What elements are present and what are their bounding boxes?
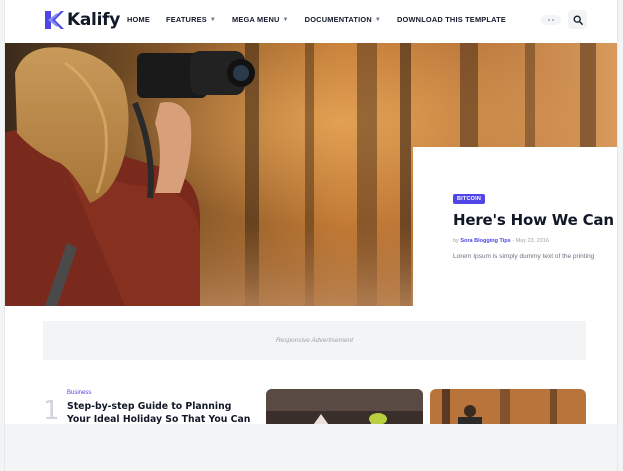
- featured-hero[interactable]: BITCOIN Here's How We Can W by Sora Blog…: [5, 43, 617, 306]
- hero-post-excerpt: Lorem Ipsum is simply dummy text of the …: [453, 253, 595, 260]
- nav-item-download-template[interactable]: DOWNLOAD THIS TEMPLATE: [397, 15, 506, 24]
- nav-label: DOWNLOAD THIS TEMPLATE: [397, 15, 506, 24]
- post-rank-number: 1: [43, 396, 60, 426]
- nav-item-documentation[interactable]: DOCUMENTATION ▼: [305, 15, 381, 24]
- nav-item-home[interactable]: HOME: [127, 15, 150, 24]
- chevron-down-icon: ▼: [282, 16, 289, 23]
- nav-label: MEGA MENU: [232, 15, 280, 24]
- post-date: May 23, 2016: [515, 238, 549, 244]
- nav-label: DOCUMENTATION: [304, 15, 372, 24]
- chevron-down-icon: ▼: [209, 16, 217, 23]
- hero-post-card[interactable]: BITCOIN Here's How We Can W by Sora Blog…: [413, 147, 617, 306]
- search-button[interactable]: [568, 10, 587, 29]
- logo-icon: [45, 11, 64, 29]
- footer-overlay: [5, 424, 617, 471]
- nav-label: FEATURES: [165, 15, 207, 24]
- nav-label: HOME: [127, 15, 150, 24]
- main-nav: HOME FEATURES ▼ MEGA MENU ▼ DOCUMENTATIO…: [127, 15, 522, 24]
- toggle-dot: [548, 19, 550, 21]
- toggle-dot: [552, 19, 554, 21]
- site-header: Kalify HOME FEATURES ▼ MEGA MENU ▼ DOCUM…: [5, 0, 617, 43]
- chevron-down-icon: ▼: [374, 16, 382, 23]
- nav-item-features[interactable]: FEATURES ▼: [166, 15, 216, 24]
- brand-name: Kalify: [67, 10, 120, 30]
- meta-prefix: by: [453, 238, 459, 244]
- brand-logo[interactable]: Kalify: [43, 9, 120, 31]
- post-category[interactable]: Business: [67, 390, 91, 396]
- hero-post-title[interactable]: Here's How We Can W: [453, 211, 617, 229]
- dark-mode-toggle[interactable]: [541, 15, 561, 25]
- nav-item-mega-menu[interactable]: MEGA MENU ▼: [232, 15, 289, 24]
- search-icon: [573, 15, 583, 25]
- advertisement-slot: Responsive Advertisement: [43, 321, 586, 360]
- category-badge[interactable]: BITCOIN: [453, 194, 486, 204]
- ad-label: Responsive Advertisement: [275, 337, 354, 344]
- author-link[interactable]: Sora Blogging Tips: [460, 238, 510, 244]
- hero-post-meta: by Sora Blogging Tips - May 23, 2016: [453, 238, 549, 244]
- browser-viewport: Kalify HOME FEATURES ▼ MEGA MENU ▼ DOCUM…: [5, 0, 617, 471]
